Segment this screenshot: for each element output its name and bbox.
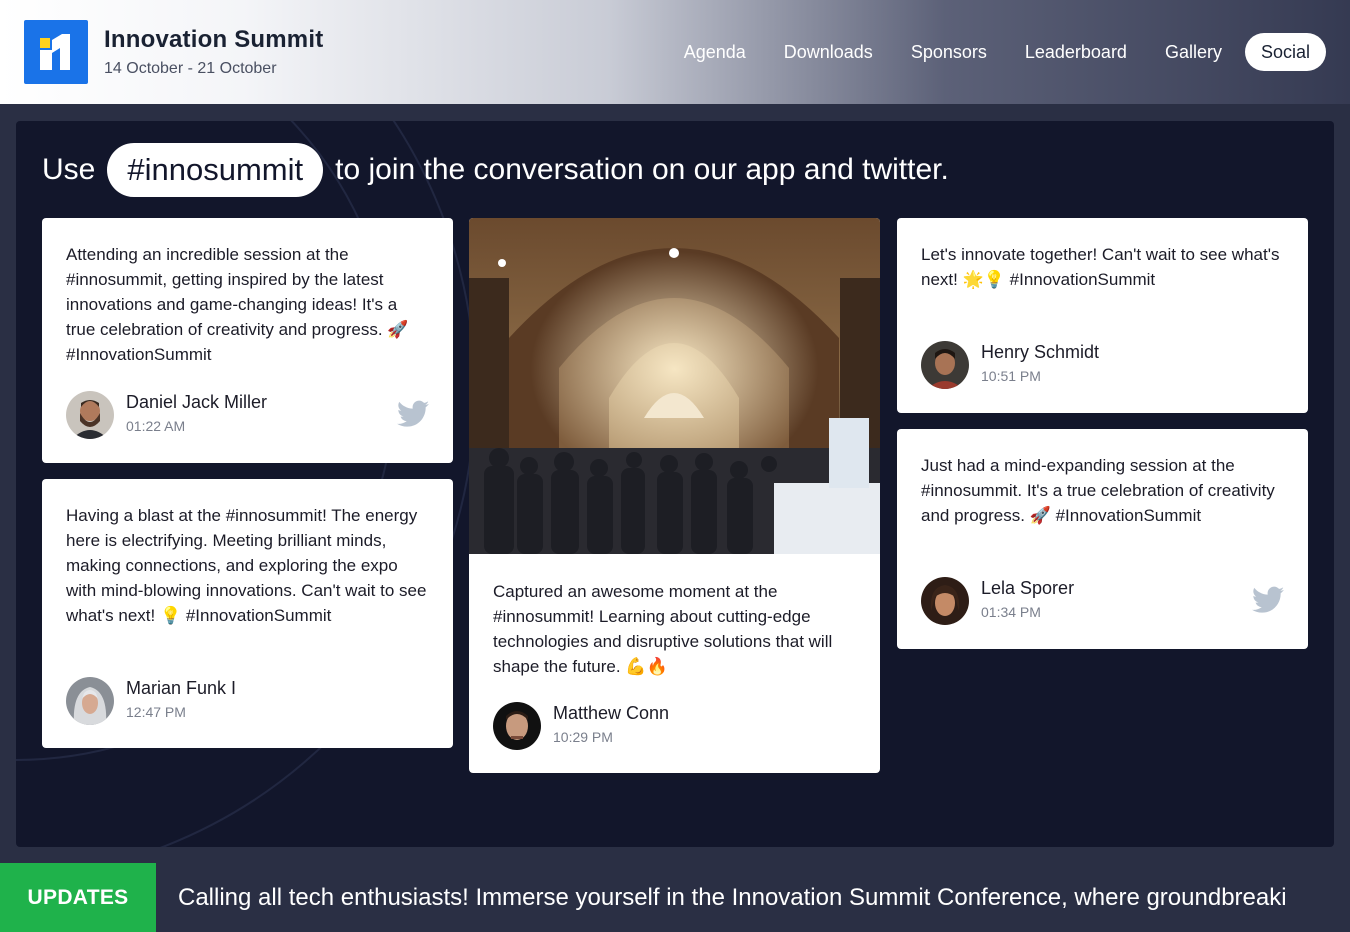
nav-agenda[interactable]: Agenda <box>665 33 765 71</box>
post-author[interactable]: Daniel Jack Miller <box>126 392 267 413</box>
updates-ticker: UPDATES Calling all tech enthusiasts! Im… <box>0 863 1350 932</box>
main-nav: Agenda Downloads Sponsors Leaderboard Ga… <box>665 33 1326 71</box>
post-card[interactable]: Attending an incredible session at the #… <box>42 218 453 463</box>
post-card[interactable]: Let's innovate together! Can't wait to s… <box>897 218 1308 413</box>
post-time: 10:51 PM <box>981 368 1041 384</box>
logo-icon[interactable] <box>24 20 88 84</box>
twitter-icon[interactable] <box>397 400 429 428</box>
social-wall: Use #innosummit to join the conversation… <box>16 121 1334 847</box>
post-author[interactable]: Lela Sporer <box>981 578 1074 599</box>
avatar <box>66 391 114 439</box>
top-header: Innovation Summit 14 October - 21 Octobe… <box>0 0 1350 104</box>
headline-prefix: Use <box>42 153 96 186</box>
ticker-message: Calling all tech enthusiasts! Immerse yo… <box>178 884 1287 911</box>
post-card[interactable]: Having a blast at the #innosummit! The e… <box>42 479 453 748</box>
twitter-icon[interactable] <box>1252 586 1284 614</box>
hashtag-pill: #innosummit <box>107 143 324 197</box>
avatar <box>921 577 969 625</box>
post-author[interactable]: Henry Schmidt <box>981 342 1099 363</box>
headline: Use #innosummit to join the conversation… <box>42 143 949 197</box>
avatar <box>921 341 969 389</box>
post-text: Attending an incredible session at the #… <box>66 245 409 364</box>
nav-social[interactable]: Social <box>1244 33 1326 71</box>
post-author[interactable]: Matthew Conn <box>553 703 669 724</box>
nav-sponsors[interactable]: Sponsors <box>892 33 1006 71</box>
post-card[interactable]: Just had a mind-expanding session at the… <box>897 429 1308 649</box>
post-text: Captured an awesome moment at the #innos… <box>493 582 833 676</box>
event-dates: 14 October - 21 October <box>104 60 277 77</box>
avatar <box>493 702 541 750</box>
nav-leaderboard[interactable]: Leaderboard <box>1006 33 1146 71</box>
headline-suffix: to join the conversation on our app and … <box>335 153 949 186</box>
nav-gallery[interactable]: Gallery <box>1146 33 1241 71</box>
post-text: Having a blast at the #innosummit! The e… <box>66 506 427 625</box>
updates-label: UPDATES <box>0 863 156 932</box>
post-card-with-image[interactable]: Captured an awesome moment at the #innos… <box>469 218 880 773</box>
post-text: Just had a mind-expanding session at the… <box>921 456 1275 525</box>
post-time: 12:47 PM <box>126 704 186 720</box>
event-title: Innovation Summit <box>104 26 324 53</box>
post-time: 01:34 PM <box>981 604 1041 620</box>
avatar <box>66 677 114 725</box>
post-author[interactable]: Marian Funk I <box>126 678 236 699</box>
nav-downloads[interactable]: Downloads <box>765 33 892 71</box>
post-time: 10:29 PM <box>553 729 613 745</box>
post-time: 01:22 AM <box>126 418 186 434</box>
post-text: Let's innovate together! Can't wait to s… <box>921 245 1280 289</box>
expo-hall-photo[interactable] <box>469 218 880 554</box>
